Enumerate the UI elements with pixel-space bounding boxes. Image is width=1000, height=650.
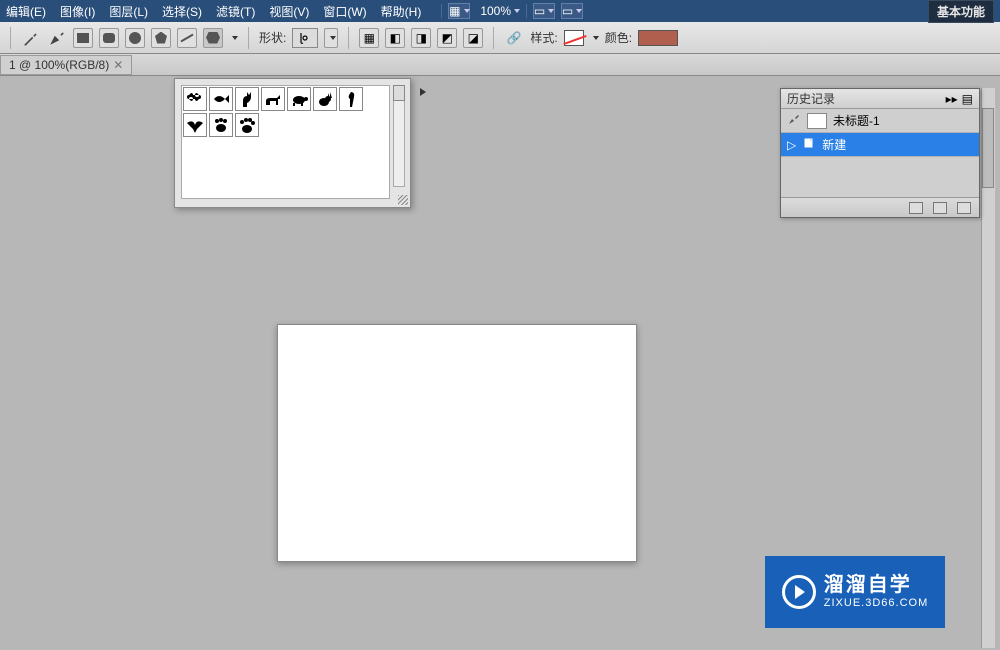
shape-paw2[interactable] [235, 113, 259, 137]
shape-grid [182, 86, 389, 138]
history-document-row[interactable]: 未标题-1 [781, 109, 979, 133]
shape-parrot[interactable] [339, 87, 363, 111]
shape-cat[interactable] [235, 87, 259, 111]
style-swatch[interactable] [564, 30, 584, 46]
shape-rabbit[interactable] [313, 87, 337, 111]
snapshot-icon[interactable] [909, 202, 923, 214]
play-icon [782, 575, 816, 609]
tab-title: 1 @ 100%(RGB/8) [9, 58, 109, 72]
workspace-button[interactable]: 基本功能 [928, 0, 994, 23]
shape-preview[interactable] [292, 28, 318, 48]
marker-icon: ▷ [787, 138, 796, 152]
panel-collapse-icon[interactable]: ▸▸ [946, 92, 958, 106]
new-file-icon [802, 136, 816, 153]
shape-dropdown-button[interactable] [324, 28, 338, 48]
document-tab[interactable]: 1 @ 100%(RGB/8) ✕ [0, 55, 132, 75]
menu-edit[interactable]: 编辑(E) [6, 3, 46, 20]
menu-layer[interactable]: 图层(L) [109, 3, 148, 20]
new-state-icon[interactable] [933, 202, 947, 214]
style-label: 样式: [530, 29, 557, 46]
screen-mode-icon[interactable]: ▭ [533, 3, 555, 19]
menu-help[interactable]: 帮助(H) [381, 3, 422, 20]
canvas[interactable] [277, 324, 637, 562]
panel-dock-scrollbar[interactable] [981, 88, 995, 648]
history-doc-label: 未标题-1 [833, 112, 880, 129]
shape-turtle[interactable] [287, 87, 311, 111]
scrollbar-thumb[interactable] [982, 108, 994, 188]
history-step-row[interactable]: ▷ 新建 [781, 133, 979, 157]
mode-add-icon[interactable]: ◧ [385, 28, 405, 48]
style-dropdown-icon[interactable] [593, 36, 599, 40]
close-icon[interactable]: ✕ [113, 58, 123, 72]
trash-icon[interactable] [957, 202, 971, 214]
rect-shape-icon[interactable] [73, 28, 93, 48]
watermark: 溜溜自学 ZIXUE.3D66.COM [765, 556, 945, 628]
shape-scrollbar-thumb[interactable] [393, 85, 405, 101]
shape-panel-flyout-icon[interactable] [416, 85, 430, 99]
shape-bone[interactable] [183, 87, 207, 111]
watermark-title: 溜溜自学 [824, 573, 928, 597]
shape-picker-panel [174, 78, 411, 208]
menu-bar: 编辑(E) 图像(I) 图层(L) 选择(S) 滤镜(T) 视图(V) 窗口(W… [0, 0, 1000, 22]
mode-exclude-icon[interactable]: ◪ [463, 28, 483, 48]
screen-mode2-icon[interactable]: ▭ [561, 3, 583, 19]
menu-window[interactable]: 窗口(W) [323, 3, 366, 20]
color-swatch[interactable] [638, 30, 678, 46]
history-header[interactable]: 历史记录 ▸▸ ▤ [781, 89, 979, 109]
mode-subtract-icon[interactable]: ◨ [411, 28, 431, 48]
line-shape-icon[interactable] [177, 28, 197, 48]
custom-shape-icon[interactable] [203, 28, 223, 48]
zoom-value[interactable]: 100% [480, 4, 511, 18]
document-tab-bar: 1 @ 100%(RGB/8) ✕ [0, 54, 1000, 76]
menu-filter[interactable]: 滤镜(T) [216, 3, 255, 20]
menu-image[interactable]: 图像(I) [60, 3, 95, 20]
link-icon[interactable]: 🔗 [504, 28, 524, 48]
divider [526, 4, 527, 18]
pen-icon[interactable] [47, 28, 67, 48]
history-tab-label[interactable]: 历史记录 [787, 90, 835, 107]
shape-dog[interactable] [261, 87, 285, 111]
zoom-dropdown-icon[interactable] [514, 9, 520, 13]
arrange-docs-icon[interactable]: ▦ [448, 3, 470, 19]
shape-bird[interactable] [183, 113, 207, 137]
roundrect-shape-icon[interactable] [99, 28, 119, 48]
shape-label: 形状: [259, 29, 286, 46]
watermark-subtitle: ZIXUE.3D66.COM [824, 597, 928, 610]
doc-thumbnail [807, 113, 827, 129]
shape-paw1[interactable] [209, 113, 233, 137]
ellipse-shape-icon[interactable] [125, 28, 145, 48]
history-panel: 历史记录 ▸▸ ▤ 未标题-1 ▷ 新建 [780, 88, 980, 218]
options-bar: 形状: ▦ ◧ ◨ ◩ ◪ 🔗 样式: 颜色: [0, 22, 1000, 54]
menu-view[interactable]: 视图(V) [269, 3, 309, 20]
mode-newlayer-icon[interactable]: ▦ [359, 28, 379, 48]
polygon-shape-icon[interactable] [151, 28, 171, 48]
eyedropper-icon[interactable] [21, 28, 41, 48]
brush-icon [787, 112, 801, 129]
divider [441, 4, 442, 18]
resize-handle-icon[interactable] [398, 195, 408, 205]
history-footer [781, 197, 979, 217]
color-label: 颜色: [605, 29, 632, 46]
history-step-label: 新建 [822, 136, 846, 153]
panel-menu-icon[interactable]: ▤ [962, 92, 973, 106]
shape-tool-dropdown-icon[interactable] [232, 36, 238, 40]
menu-select[interactable]: 选择(S) [162, 3, 202, 20]
shape-fish[interactable] [209, 87, 233, 111]
mode-intersect-icon[interactable]: ◩ [437, 28, 457, 48]
